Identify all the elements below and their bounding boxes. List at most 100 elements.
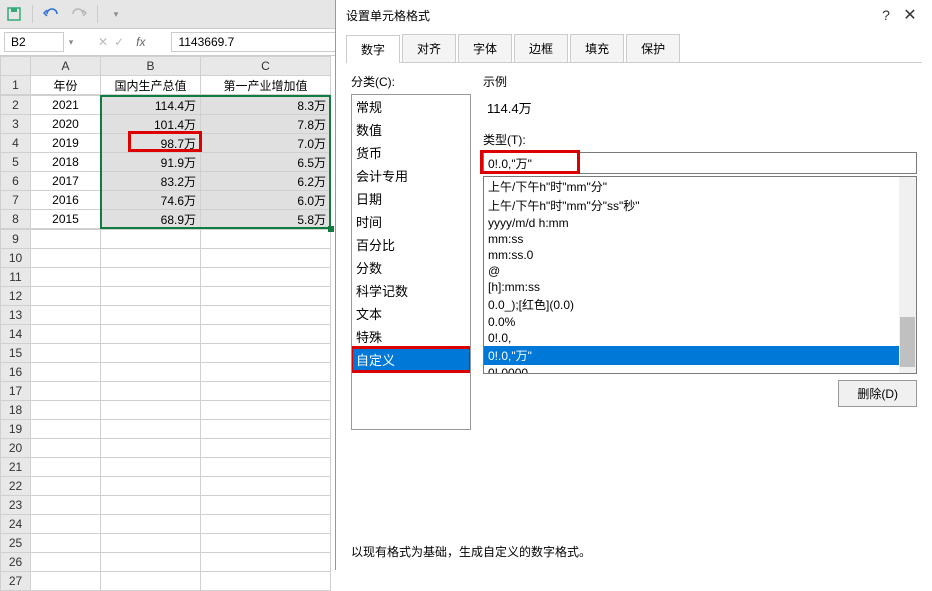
cell[interactable] xyxy=(31,439,101,458)
cell[interactable] xyxy=(31,553,101,572)
tab-填充[interactable]: 填充 xyxy=(570,34,624,62)
category-item[interactable]: 自定义 xyxy=(352,348,470,371)
close-icon[interactable]: ✕ xyxy=(898,5,922,25)
cell[interactable]: 2020 xyxy=(31,115,101,134)
type-input[interactable] xyxy=(483,152,917,174)
cell[interactable] xyxy=(31,458,101,477)
cell[interactable] xyxy=(101,325,201,344)
cell[interactable] xyxy=(31,363,101,382)
cell[interactable] xyxy=(101,458,201,477)
category-item[interactable]: 日期 xyxy=(352,187,470,210)
cell[interactable] xyxy=(201,287,331,306)
cell[interactable]: 2017 xyxy=(31,172,101,191)
undo-icon[interactable] xyxy=(41,4,61,24)
type-item[interactable]: mm:ss.0 xyxy=(484,247,916,263)
type-item[interactable]: 上午/下午h"时"mm"分"ss"秒" xyxy=(484,196,916,215)
cell[interactable]: 6.2万 xyxy=(201,172,331,191)
cell[interactable] xyxy=(101,553,201,572)
row-header[interactable]: 25 xyxy=(1,534,31,553)
cell[interactable] xyxy=(31,496,101,515)
tab-边框[interactable]: 边框 xyxy=(514,34,568,62)
type-item[interactable]: @ xyxy=(484,263,916,279)
redo-icon[interactable] xyxy=(69,4,89,24)
row-header[interactable]: 23 xyxy=(1,496,31,515)
row-header[interactable]: 3 xyxy=(1,115,31,134)
cell[interactable]: 7.8万 xyxy=(201,115,331,134)
cell[interactable] xyxy=(31,382,101,401)
type-item[interactable]: yyyy/m/d h:mm xyxy=(484,215,916,231)
cancel-icon[interactable]: ✕ xyxy=(98,35,108,49)
selection-handle[interactable] xyxy=(328,226,334,232)
cell[interactable] xyxy=(101,439,201,458)
type-item[interactable]: 0!.0, xyxy=(484,330,916,346)
cell[interactable] xyxy=(201,325,331,344)
cell[interactable] xyxy=(201,306,331,325)
cell[interactable]: 7.0万 xyxy=(201,134,331,153)
cell[interactable]: 6.0万 xyxy=(201,191,331,210)
row-header[interactable]: 19 xyxy=(1,420,31,439)
type-item[interactable]: [h]:mm:ss xyxy=(484,279,916,295)
cell[interactable]: 114.4万 xyxy=(101,96,201,115)
cell[interactable]: 68.9万 xyxy=(101,210,201,229)
category-item[interactable]: 数值 xyxy=(352,118,470,141)
cell[interactable] xyxy=(201,458,331,477)
cell[interactable]: 74.6万 xyxy=(101,191,201,210)
category-item[interactable]: 常规 xyxy=(352,95,470,118)
row-header[interactable]: 9 xyxy=(1,230,31,249)
scrollbar-thumb[interactable] xyxy=(900,317,915,367)
category-item[interactable]: 时间 xyxy=(352,210,470,233)
scrollbar-track[interactable] xyxy=(899,177,916,373)
tab-对齐[interactable]: 对齐 xyxy=(402,34,456,62)
cell[interactable] xyxy=(201,249,331,268)
type-item[interactable]: 0!.0,"万" xyxy=(484,346,916,365)
cell[interactable] xyxy=(201,382,331,401)
cell[interactable] xyxy=(101,344,201,363)
cell[interactable] xyxy=(31,287,101,306)
delete-button[interactable]: 删除(D) xyxy=(838,380,917,407)
cell[interactable] xyxy=(31,420,101,439)
row-header[interactable]: 8 xyxy=(1,210,31,229)
row-header[interactable]: 17 xyxy=(1,382,31,401)
cell[interactable] xyxy=(101,515,201,534)
type-item[interactable]: 0.0% xyxy=(484,314,916,330)
cell[interactable] xyxy=(101,401,201,420)
row-header[interactable]: 21 xyxy=(1,458,31,477)
row-header[interactable]: 27 xyxy=(1,572,31,591)
row-header[interactable]: 14 xyxy=(1,325,31,344)
row-header[interactable]: 24 xyxy=(1,515,31,534)
type-item[interactable]: 上午/下午h"时"mm"分" xyxy=(484,177,916,196)
cell[interactable] xyxy=(31,306,101,325)
cell[interactable] xyxy=(201,401,331,420)
cell[interactable] xyxy=(201,553,331,572)
cell[interactable]: 98.7万 xyxy=(101,134,201,153)
cell[interactable]: 第一产业增加值 xyxy=(201,76,331,95)
cell[interactable] xyxy=(31,249,101,268)
row-header[interactable]: 1 xyxy=(1,76,31,95)
category-item[interactable]: 百分比 xyxy=(352,233,470,256)
cell[interactable] xyxy=(31,572,101,591)
row-header[interactable]: 15 xyxy=(1,344,31,363)
type-item[interactable]: 0!.0000 xyxy=(484,365,916,374)
fx-icon[interactable]: fx xyxy=(130,35,151,49)
type-list[interactable]: 上午/下午h"时"mm"分"上午/下午h"时"mm"分"ss"秒"yyyy/m/… xyxy=(483,176,917,374)
cell[interactable] xyxy=(101,477,201,496)
dropdown-icon[interactable]: ▾ xyxy=(106,4,126,24)
cell[interactable] xyxy=(201,496,331,515)
cell[interactable] xyxy=(201,572,331,591)
cell[interactable] xyxy=(101,268,201,287)
col-header-B[interactable]: B xyxy=(101,57,201,76)
cell[interactable] xyxy=(201,230,331,249)
cell[interactable]: 国内生产总值 xyxy=(101,76,201,95)
row-header[interactable]: 11 xyxy=(1,268,31,287)
cell[interactable] xyxy=(101,363,201,382)
cell[interactable] xyxy=(201,534,331,553)
cell[interactable]: 2018 xyxy=(31,153,101,172)
category-item[interactable]: 会计专用 xyxy=(352,164,470,187)
cell[interactable] xyxy=(31,534,101,553)
cell[interactable] xyxy=(201,363,331,382)
cell[interactable] xyxy=(201,439,331,458)
row-header[interactable]: 22 xyxy=(1,477,31,496)
cell[interactable] xyxy=(31,401,101,420)
cell[interactable] xyxy=(201,268,331,287)
row-header[interactable]: 12 xyxy=(1,287,31,306)
